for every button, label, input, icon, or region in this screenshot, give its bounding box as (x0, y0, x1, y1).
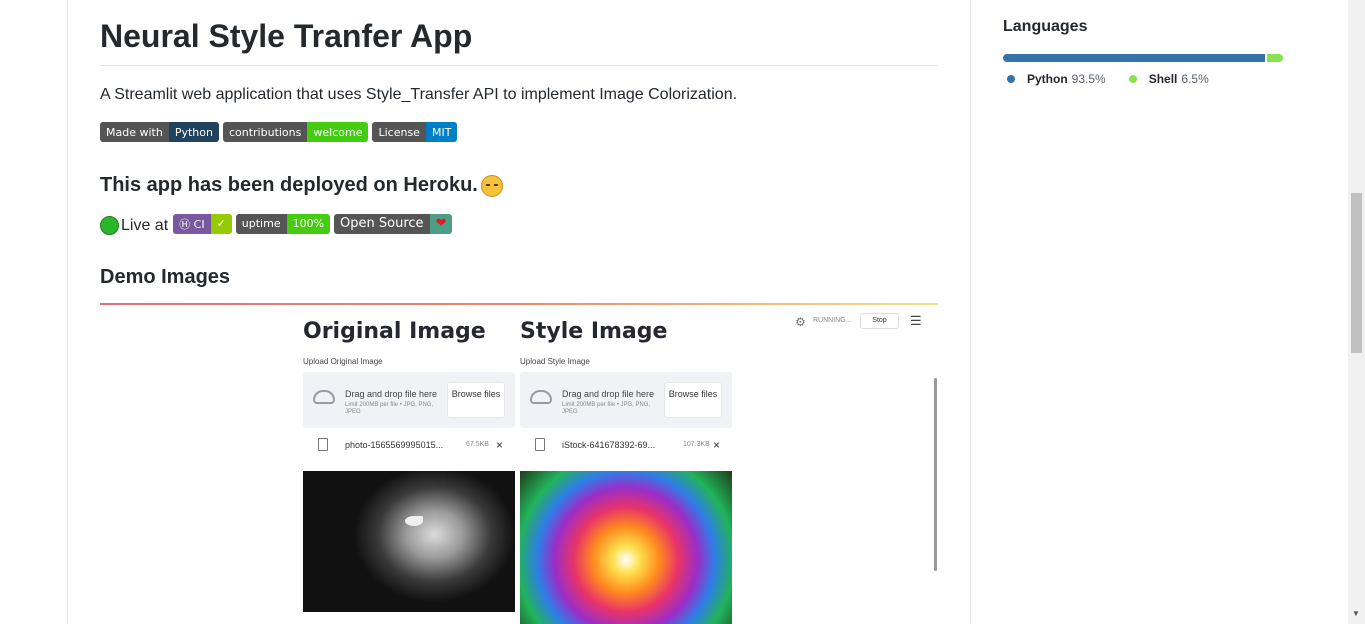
original-dropzone: Drag and drop file here Limit 200MB per … (303, 372, 515, 428)
live-at-text[interactable]: Live at (121, 217, 168, 235)
badge-left-text: Ⓗ CI (173, 213, 211, 234)
demo-images-heading: Demo Images (100, 266, 231, 288)
stop-button: Stop (860, 313, 899, 329)
style-file-row: iStock-641678392-69... 107.3KB × (520, 438, 732, 454)
badge-left-text: uptime (235, 213, 287, 234)
original-file-row: photo-1565569995015... 67.5KB × (303, 438, 515, 454)
close-icon: × (496, 438, 504, 452)
scroll-down-arrow-icon[interactable]: ▼ (1352, 609, 1360, 618)
browse-files-button: Browse files (664, 382, 722, 418)
language-python[interactable]: Python 93.5% (1007, 72, 1106, 86)
file-size: 67.5KB (466, 441, 489, 448)
upload-style-label: Upload Style Image (520, 357, 590, 366)
heroku-ci-badge[interactable]: Ⓗ CI ✓ (173, 213, 232, 234)
file-name: photo-1565569995015... (345, 440, 444, 450)
inner-scrollbar (934, 378, 937, 571)
limit-text: Limit 200MB per file • JPG, PNG, JPEG (345, 402, 434, 415)
content-left-border (67, 0, 68, 624)
original-image-heading: Original Image (303, 319, 486, 344)
shell-color-dot (1128, 75, 1137, 83)
language-name: Python (1027, 72, 1068, 86)
badge-left-text: Open Source (334, 213, 430, 234)
made-with-python-badge[interactable]: Made with Python (100, 122, 219, 142)
languages-title: Languages (1003, 18, 1088, 35)
badge-left-text: License (372, 122, 426, 142)
open-source-badge[interactable]: Open Source ❤ (334, 213, 453, 234)
deployed-heading: This app has been deployed on Heroku. (100, 174, 503, 197)
relieved-face-emoji-icon (480, 174, 503, 197)
eagle-photo (303, 471, 515, 612)
badge-right-text: 100% (286, 213, 331, 234)
color-burst-photo (520, 471, 732, 624)
language-name: Shell (1148, 72, 1178, 86)
file-size: 107.3KB (683, 441, 710, 448)
drop-text: Drag and drop file here (345, 389, 438, 399)
file-icon (535, 438, 545, 451)
drop-text: Drag and drop file here (562, 389, 655, 399)
language-percent: 6.5% (1181, 72, 1209, 86)
badge-right-text: MIT (425, 122, 458, 142)
style-image-heading: Style Image (520, 319, 668, 344)
demo-screenshot: Original Image Style Image Upload Origin… (100, 305, 938, 624)
close-icon: × (713, 438, 721, 452)
badge-row: Made with Python contributions welcome L… (100, 122, 458, 142)
python-color-dot (1007, 75, 1015, 83)
badge-right-text: ✓ (210, 213, 232, 234)
shell-bar-segment (1264, 54, 1283, 62)
readme-title: Neural Style Tranfer App (100, 18, 473, 54)
language-shell[interactable]: Shell 6.5% (1128, 72, 1209, 86)
uptime-badge[interactable]: uptime 100% (235, 213, 331, 234)
running-status: RUNNING... (813, 317, 852, 324)
language-percent: 93.5% (1071, 72, 1106, 86)
badge-right-text: Python (168, 122, 219, 142)
readme-description: A Streamlit web application that uses St… (100, 86, 738, 103)
live-row: Live at Ⓗ CI ✓ uptime 100% Open Source ❤ (100, 212, 453, 235)
content-right-border (970, 0, 971, 624)
live-badges: Ⓗ CI ✓ uptime 100% Open Source ❤ (173, 213, 453, 234)
badge-left-text: contributions (222, 122, 308, 142)
title-divider (100, 65, 938, 66)
green-circle-icon (100, 216, 119, 235)
page-scrollbar[interactable]: ▼ (1348, 0, 1365, 624)
deployed-heading-text: This app has been deployed on Heroku. (100, 174, 478, 196)
heart-icon: ❤ (429, 213, 453, 234)
scrollbar-thumb[interactable] (1351, 193, 1362, 353)
contributions-welcome-badge[interactable]: contributions welcome (222, 122, 369, 142)
hamburger-icon: ☰ (910, 313, 922, 328)
browse-files-button: Browse files (447, 382, 505, 418)
badge-right-text: welcome (307, 122, 369, 142)
limit-text: Limit 200MB per file • JPG, PNG, JPEG (562, 402, 651, 415)
languages-list: Python 93.5% Shell 6.5% (1007, 72, 1209, 86)
python-bar-segment (1003, 54, 1265, 62)
badge-left-text: Made with (100, 122, 169, 142)
file-name: iStock-641678392-69... (562, 440, 656, 450)
license-mit-badge[interactable]: License MIT (372, 122, 458, 142)
languages-bar (1003, 54, 1283, 62)
cloud-upload-icon (530, 390, 552, 404)
style-dropzone: Drag and drop file here Limit 200MB per … (520, 372, 732, 428)
upload-original-label: Upload Original Image (303, 357, 383, 366)
running-figure-icon: ⚙ (795, 315, 806, 329)
cloud-upload-icon (313, 390, 335, 404)
file-icon (318, 438, 328, 451)
